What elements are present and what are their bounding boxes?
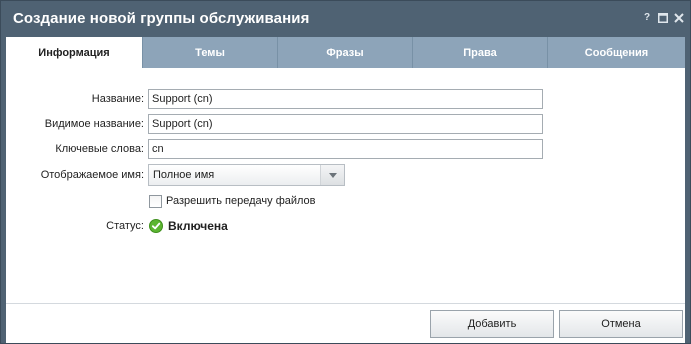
help-icon[interactable]: ? bbox=[642, 13, 652, 23]
allow-files-row: Разрешить передачу файлов bbox=[149, 194, 316, 208]
visible-name-label: Видимое название: bbox=[44, 118, 144, 130]
visible-name-row: Видимое название: Support (cn) bbox=[6, 114, 685, 134]
tab-bar: Информация Темы Фразы Права Сообщения bbox=[6, 37, 685, 68]
tab-messages[interactable]: Сообщения bbox=[547, 37, 685, 68]
name-field[interactable]: Support (cn) bbox=[148, 89, 543, 109]
chevron-down-icon[interactable] bbox=[320, 165, 344, 185]
tab-topics[interactable]: Темы bbox=[142, 37, 277, 68]
footer-divider bbox=[6, 303, 685, 304]
keywords-row: Ключевые слова: cn bbox=[6, 139, 685, 159]
title-bar[interactable]: Создание новой группы обслуживания ? bbox=[1, 1, 690, 37]
allow-files-checkbox[interactable] bbox=[149, 194, 162, 208]
check-circle-icon bbox=[149, 219, 163, 233]
close-icon[interactable] bbox=[674, 13, 684, 23]
tab-phrases[interactable]: Фразы bbox=[277, 37, 412, 68]
cancel-button[interactable]: Отмена bbox=[559, 310, 683, 338]
dialog-title: Создание новой группы обслуживания bbox=[13, 10, 310, 27]
keywords-field[interactable]: cn bbox=[148, 139, 543, 159]
dialog-window: Создание новой группы обслуживания ? Инф… bbox=[0, 0, 691, 344]
name-row: Название: Support (cn) bbox=[6, 89, 685, 109]
display-name-row: Отображаемое имя: Полное имя bbox=[6, 164, 685, 186]
display-name-selected: Полное имя bbox=[153, 169, 215, 181]
keywords-label: Ключевые слова: bbox=[55, 143, 144, 155]
maximize-icon[interactable] bbox=[658, 13, 668, 23]
visible-name-field[interactable]: Support (cn) bbox=[148, 114, 543, 134]
display-name-label: Отображаемое имя: bbox=[40, 169, 144, 181]
display-name-select[interactable]: Полное имя bbox=[148, 164, 345, 186]
tab-permissions[interactable]: Права bbox=[412, 37, 547, 68]
tab-information[interactable]: Информация bbox=[6, 37, 142, 68]
add-button[interactable]: Добавить bbox=[430, 310, 554, 338]
info-panel: Название: Support (cn) Видимое название:… bbox=[6, 68, 685, 343]
name-label: Название: bbox=[91, 93, 144, 105]
status-label: Статус: bbox=[106, 220, 144, 232]
window-controls: ? bbox=[642, 13, 684, 23]
allow-files-label[interactable]: Разрешить передачу файлов bbox=[166, 195, 316, 207]
help-label: ? bbox=[643, 12, 651, 23]
status-text: Включена bbox=[168, 219, 228, 233]
status-value: Включена bbox=[149, 219, 228, 233]
status-row: Статус: Включена bbox=[6, 218, 685, 236]
